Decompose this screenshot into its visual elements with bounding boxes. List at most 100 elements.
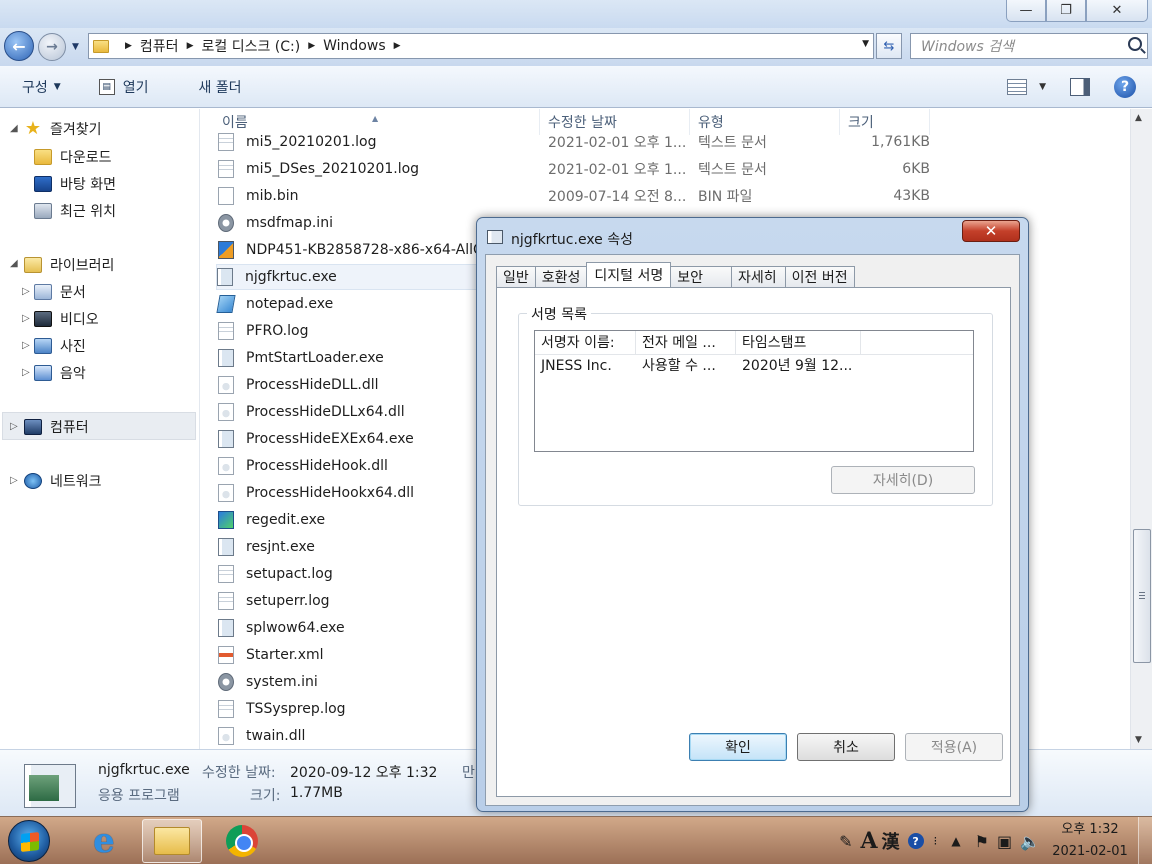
column-timestamp[interactable]: 타임스탬프 bbox=[736, 331, 861, 354]
tab-general[interactable]: 일반 bbox=[496, 266, 536, 287]
apply-button[interactable]: 적용(A) bbox=[905, 733, 1003, 761]
open-button[interactable]: ▤ 열기 bbox=[89, 66, 159, 108]
details-file-name: njgfkrtuc.exe bbox=[98, 762, 190, 778]
signature-list[interactable]: 서명자 이름: 전자 메일 ... 타임스탬프 JNESS Inc. 사용할 수… bbox=[534, 330, 974, 452]
back-arrow-icon: ← bbox=[12, 36, 26, 56]
vertical-scrollbar[interactable]: ▲ ▼ bbox=[1130, 109, 1152, 749]
search-input[interactable]: Windows 검색 bbox=[910, 33, 1148, 59]
nav-label: 음악 bbox=[60, 366, 86, 382]
breadcrumb-separator-icon[interactable]: ▶ bbox=[125, 41, 132, 51]
column-email[interactable]: 전자 메일 ... bbox=[636, 331, 736, 354]
search-icon[interactable] bbox=[1128, 37, 1142, 51]
nav-item-favorites[interactable]: ★ 즐겨찾기 bbox=[24, 119, 102, 139]
dialog-title: njgfkrtuc.exe 속성 bbox=[511, 232, 633, 248]
dialog-title-bar[interactable]: njgfkrtuc.exe 속성 ✕ bbox=[477, 218, 1028, 254]
network-status-icon[interactable]: ▣ bbox=[997, 832, 1012, 851]
collapse-icon[interactable]: ▷ bbox=[22, 340, 30, 351]
maximize-button[interactable]: ❐ bbox=[1046, 0, 1086, 22]
file-row[interactable]: mib.bin 2009-07-14 오전 8... BIN 파일 43KB bbox=[218, 183, 930, 209]
close-button[interactable]: ✕ bbox=[1086, 0, 1148, 22]
taskbar-file-explorer[interactable] bbox=[142, 819, 202, 863]
organize-button[interactable]: 구성 ▼ bbox=[12, 66, 71, 108]
nav-item-libraries[interactable]: 라이브러리 bbox=[24, 255, 114, 275]
exe-icon bbox=[218, 430, 234, 448]
address-dropdown-icon[interactable]: ▼ bbox=[862, 39, 869, 49]
cancel-button[interactable]: 취소 bbox=[797, 733, 895, 761]
tab-digital-signatures[interactable]: 디지털 서명 bbox=[586, 262, 672, 287]
column-size[interactable]: 크기 bbox=[840, 109, 930, 135]
show-hidden-icons-icon[interactable]: ▲ bbox=[951, 834, 960, 848]
breadcrumb-computer[interactable]: 컴퓨터 bbox=[140, 36, 179, 56]
nav-item-desktop[interactable]: 바탕 화면 bbox=[34, 174, 116, 194]
ime-options-icon[interactable]: ⁝ bbox=[934, 834, 938, 848]
ok-button[interactable]: 확인 bbox=[689, 733, 787, 761]
refresh-button[interactable]: ⇆ bbox=[876, 33, 902, 59]
ime-mode-indicator[interactable]: A bbox=[860, 828, 877, 854]
column-signer[interactable]: 서명자 이름: bbox=[535, 331, 636, 354]
clock[interactable]: 오후 1:32 2021-02-01 bbox=[1048, 819, 1132, 863]
details-modified-label: 수정한 날짜: bbox=[202, 765, 276, 781]
view-dropdown-icon[interactable]: ▼ bbox=[1039, 82, 1046, 92]
file-date: 2009-07-14 오전 8... bbox=[548, 189, 687, 205]
expand-icon[interactable]: ◢ bbox=[10, 258, 18, 269]
signature-row[interactable]: JNESS Inc. 사용할 수 ... 2020년 9월 12... bbox=[535, 355, 973, 377]
collapse-icon[interactable]: ▷ bbox=[10, 475, 18, 486]
tab-details[interactable]: 자세히 bbox=[731, 266, 786, 287]
close-icon: ✕ bbox=[984, 222, 998, 240]
help-icon[interactable]: ? bbox=[907, 833, 924, 849]
dll-icon bbox=[218, 457, 234, 475]
nav-item-music[interactable]: 음악 bbox=[34, 363, 86, 383]
ime-hanja-indicator[interactable]: 漢 bbox=[882, 828, 900, 854]
preview-pane-icon[interactable] bbox=[1070, 78, 1090, 96]
scroll-down-icon[interactable]: ▼ bbox=[1135, 735, 1142, 745]
nav-item-computer[interactable]: 컴퓨터 bbox=[24, 417, 89, 437]
breadcrumb-windows[interactable]: Windows bbox=[323, 38, 386, 54]
expand-icon[interactable]: ◢ bbox=[10, 123, 18, 134]
nav-item-downloads[interactable]: 다운로드 bbox=[34, 147, 112, 167]
address-bar[interactable]: ▶ 컴퓨터 ▶ 로컬 디스크 (C:) ▶ Windows ▶ ▼ bbox=[88, 33, 874, 59]
file-row[interactable]: mi5_20210201.log 2021-02-01 오후 1... 텍스트 문서… bbox=[218, 129, 930, 155]
language-bar-icon[interactable]: ✎ bbox=[839, 832, 852, 851]
taskbar-chrome[interactable] bbox=[212, 819, 272, 863]
show-desktop-button[interactable] bbox=[1138, 817, 1152, 864]
breadcrumb-separator-icon[interactable]: ▶ bbox=[308, 41, 315, 51]
volume-icon[interactable]: 🔈 bbox=[1020, 832, 1040, 851]
nav-item-recent[interactable]: 최근 위치 bbox=[34, 201, 116, 221]
collapse-icon[interactable]: ▷ bbox=[22, 286, 30, 297]
recent-pages-dropdown[interactable]: ▼ bbox=[72, 42, 79, 52]
signature-details-button[interactable]: 자세히(D) bbox=[831, 466, 975, 494]
breadcrumb-local-disk[interactable]: 로컬 디스크 (C:) bbox=[201, 36, 300, 56]
breadcrumb-separator-icon[interactable]: ▶ bbox=[394, 41, 401, 51]
music-icon bbox=[34, 365, 52, 381]
forward-button[interactable]: → bbox=[38, 33, 66, 61]
taskbar-internet-explorer[interactable]: e bbox=[74, 819, 134, 863]
action-center-flag-icon[interactable]: ⚑ bbox=[975, 832, 989, 851]
column-size-label: 크기 bbox=[848, 115, 874, 131]
column-type-label: 유형 bbox=[698, 115, 724, 131]
nav-item-network[interactable]: 네트워크 bbox=[24, 471, 102, 491]
back-button[interactable]: ← bbox=[4, 31, 34, 61]
start-button[interactable] bbox=[8, 820, 50, 862]
dialog-close-button[interactable]: ✕ bbox=[962, 220, 1020, 242]
text-file-icon bbox=[218, 592, 234, 610]
new-folder-button[interactable]: 새 폴더 bbox=[188, 66, 251, 108]
tab-previous-versions[interactable]: 이전 버전 bbox=[784, 266, 855, 287]
view-options-icon[interactable] bbox=[1007, 79, 1028, 95]
collapse-icon[interactable]: ▷ bbox=[22, 313, 30, 324]
dll-icon bbox=[218, 376, 234, 394]
nav-item-pictures[interactable]: 사진 bbox=[34, 336, 86, 356]
help-icon[interactable]: ? bbox=[1114, 76, 1136, 98]
collapse-icon[interactable]: ▷ bbox=[22, 367, 30, 378]
file-row[interactable]: njgfkrtuc.exe bbox=[216, 264, 516, 290]
collapse-icon[interactable]: ▷ bbox=[10, 421, 18, 432]
minimize-button[interactable]: — bbox=[1006, 0, 1046, 22]
scrollbar-thumb[interactable] bbox=[1133, 529, 1151, 663]
file-row[interactable]: mi5_DSes_20210201.log 2021-02-01 오후 1... 텍… bbox=[218, 156, 930, 182]
scroll-up-icon[interactable]: ▲ bbox=[1135, 113, 1142, 123]
close-icon: ✕ bbox=[1111, 3, 1123, 18]
breadcrumb-separator-icon[interactable]: ▶ bbox=[187, 41, 194, 51]
tab-compatibility[interactable]: 호환성 bbox=[534, 266, 588, 287]
nav-item-documents[interactable]: 문서 bbox=[34, 282, 86, 302]
nav-item-videos[interactable]: 비디오 bbox=[34, 309, 99, 329]
tab-security[interactable]: 보안 bbox=[670, 266, 733, 287]
